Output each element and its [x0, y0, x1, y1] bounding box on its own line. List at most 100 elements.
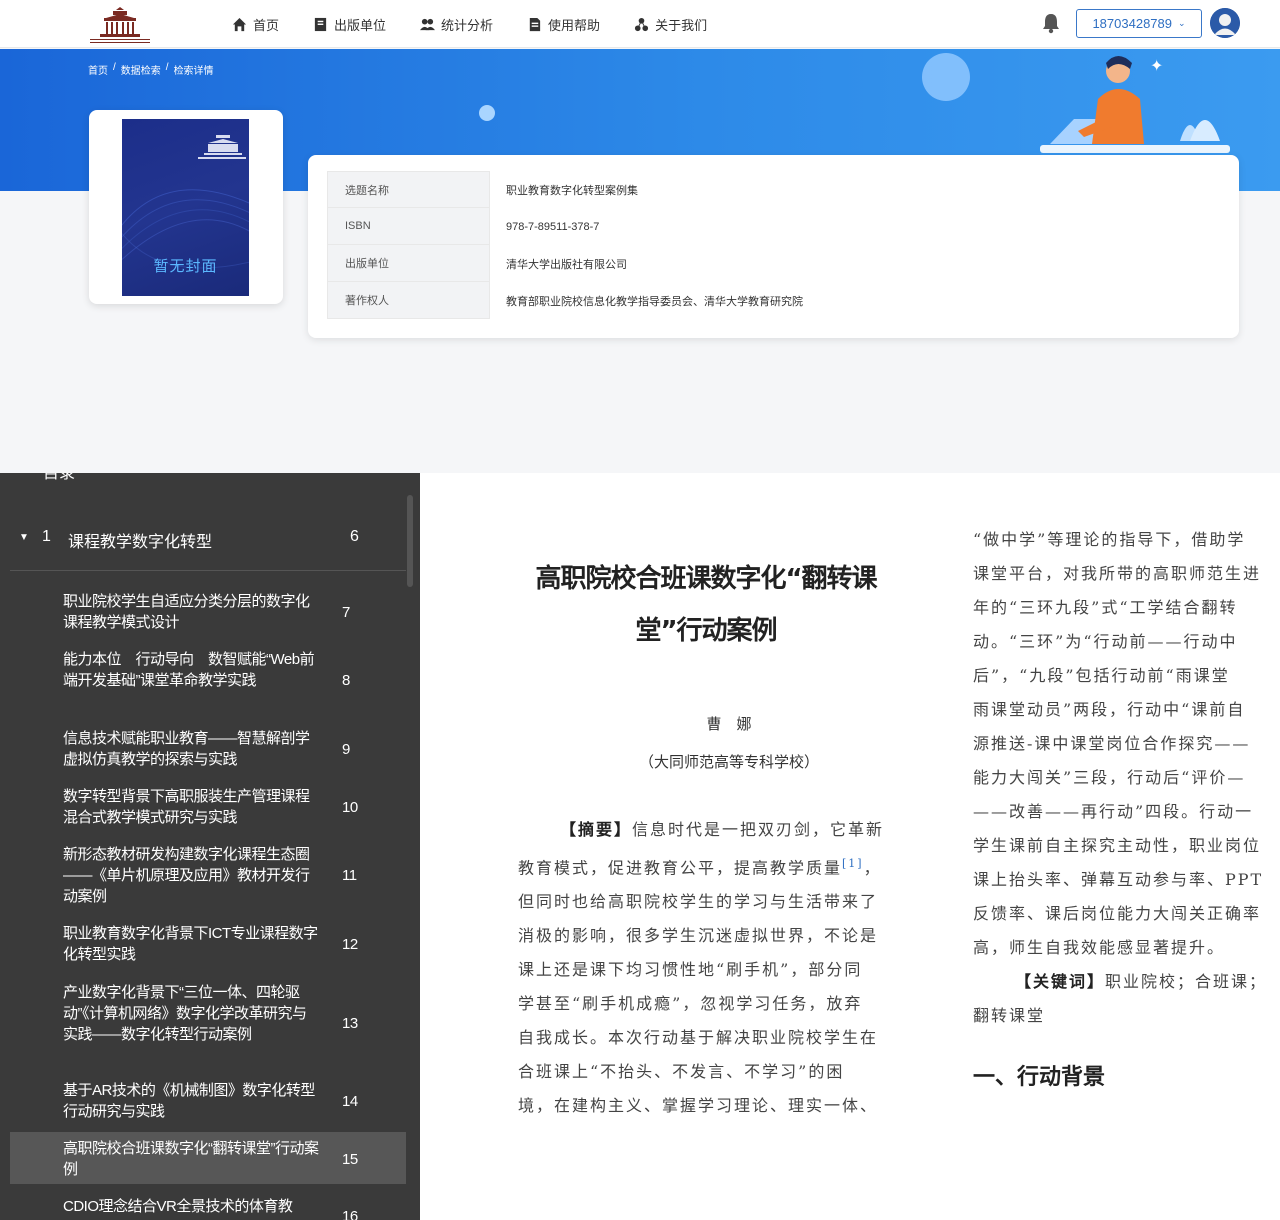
nav-about[interactable]: 关于我们: [634, 15, 707, 34]
toc-item-page: 11: [342, 867, 357, 884]
avatar[interactable]: [1210, 8, 1240, 38]
toc-item-title: 数字转型背景下高职服装生产管理课程混合式教学模式研究与实践: [63, 788, 310, 826]
toc-chapter-page: 6: [350, 528, 359, 545]
toc-item[interactable]: 产业数字化背景下“三位一体、四轮驱动”《计算机网络》数字化学改革研究与实践——数…: [10, 982, 406, 1067]
breadcrumb-search[interactable]: 数据检索: [121, 62, 161, 77]
toc-item[interactable]: 职业院校学生自适应分类分层的数字化课程教学模式设计 7: [10, 591, 406, 635]
text-line: 雨课堂动员”两段，行动中“课前自: [973, 700, 1246, 719]
text-line: 学生课前自主探究主动性，职业岗位: [973, 836, 1262, 855]
text-line: 能力大闯关”三段，行动后“评价—: [973, 768, 1246, 787]
toc-item-title: 产业数字化背景下“三位一体、四轮驱动”《计算机网络》数字化学改革研究与实践——数…: [63, 984, 307, 1043]
text-line: 消极的影响，很多学生沉迷虚拟世界，不论是: [518, 926, 879, 946]
toc-item-page: 9: [342, 741, 350, 758]
breadcrumb-separator: /: [165, 62, 169, 73]
info-value: 978-7-89511-378-7: [506, 220, 600, 233]
home-icon: [232, 17, 247, 31]
toc-item[interactable]: 目录 5: [0, 473, 410, 489]
footnote-ref[interactable]: [1]: [842, 857, 864, 870]
info-key: ISBN: [327, 208, 490, 245]
nav-about-label: 关于我们: [655, 17, 708, 33]
toc-item-title: CDIO理念结合VR全景技术的体育教: [63, 1198, 293, 1215]
text-line: 动。“三环”为“行动前——行动中: [973, 632, 1238, 651]
user-phone-dropdown[interactable]: 18703428789 ⌄: [1076, 9, 1202, 38]
info-value: 职业教育数字化转型案例集: [506, 184, 638, 197]
toc-item-page: 10: [342, 799, 358, 816]
info-value: 清华大学出版社有限公司: [506, 258, 627, 271]
breadcrumb-home[interactable]: 首页: [88, 62, 108, 77]
text-line: 课上还是课下均习惯性地“刷手机”，部分同: [518, 960, 863, 980]
text-line: 课上抬头率、弹幕互动参与率、PPT: [973, 870, 1264, 889]
toc-item-title: 高职院校合班课数字化“翻转课堂”行动案例: [63, 1140, 319, 1178]
caret-down-icon[interactable]: ▼: [19, 532, 29, 543]
abstract-paragraph-continued: “做中学”等理论的指导下，借助学 课堂平台，对我所带的高职师范生进 年的“三环九…: [973, 523, 1280, 1033]
toc-item[interactable]: CDIO理念结合VR全景技术的体育教 16: [10, 1196, 406, 1220]
info-row-publisher: 出版单位 清华大学出版社有限公司: [327, 245, 1219, 282]
nav-home[interactable]: 首页: [232, 15, 279, 34]
toc-chapter[interactable]: ▼ 1 课程教学数字化转型 6: [10, 511, 406, 571]
article-affiliation: （大同师范高等专科学校）: [638, 753, 819, 771]
article-title-line: 堂”行动案例: [635, 616, 777, 646]
breadcrumb: 首页 / 数据检索 / 检索详情: [88, 62, 219, 77]
article-author: 曹 娜: [706, 715, 752, 733]
info-row-title: 选题名称 职业教育数字化转型案例集: [327, 171, 1219, 208]
toc-item-page: 8: [342, 672, 350, 689]
info-key: 著作权人: [327, 282, 490, 319]
toc-item-title: 信息技术赋能职业教育——智慧解剖学虚拟仿真教学的探索与实践: [63, 730, 310, 768]
banner-decoration-dot: [479, 105, 495, 121]
document-icon: [529, 17, 541, 31]
toc-item-title: 职业教育数字化背景下ICT专业课程数字化转型实践: [63, 925, 318, 963]
text-line: 信息时代是一把双刃剑，它革新: [632, 820, 885, 839]
network-icon: [635, 17, 649, 31]
book-info-table: 选题名称 职业教育数字化转型案例集 ISBN 978-7-89511-378-7…: [327, 171, 1219, 319]
nav-publishers[interactable]: 出版单位: [313, 15, 386, 34]
text-line: 年的“三环九段”式“工学结合翻转: [973, 598, 1238, 617]
article-title-line: 高职院校合班课数字化“翻转课: [535, 564, 877, 594]
text-line: 但同时也给高职院校学生的学习与生活带来了: [518, 892, 879, 912]
toc-item-title: 职业院校学生自适应分类分层的数字化课程教学模式设计: [63, 593, 310, 631]
toc-item-page: 16: [342, 1208, 358, 1220]
toc-item[interactable]: 信息技术赋能职业教育——智慧解剖学虚拟仿真教学的探索与实践 9: [10, 728, 406, 772]
toc-item-page: 7: [342, 604, 350, 621]
cover-placeholder-text: 暂无封面: [153, 258, 218, 275]
toc-item-page: 5: [349, 473, 358, 477]
info-key: 出版单位: [327, 245, 490, 282]
text-line: 学甚至“刷手机成瘾”，忽视学习任务，放弃: [518, 994, 863, 1014]
nav-statistics[interactable]: 统计分析: [420, 15, 493, 34]
text-line: 合班课上“不抬头、不发言、不学习”的困: [518, 1062, 845, 1082]
abstract-paragraph: 【摘要】信息时代是一把双刃剑，它革新 教育模式，促进教育公平，提高教学质量[1]…: [518, 813, 898, 1123]
keywords-label: 【关键词】: [1015, 972, 1106, 991]
toc-item[interactable]: 职业教育数字化背景下ICT专业课程数字化转型实践 12: [10, 923, 406, 967]
breadcrumb-separator: /: [113, 62, 116, 73]
toc-item[interactable]: 能力本位 行动导向 数智赋能“Web前端开发基础”课堂革命教学实践 8: [10, 649, 406, 713]
text-line: 反馈率、课后岗位能力大闯关正确率: [973, 904, 1262, 923]
nav-publishers-label: 出版单位: [334, 17, 387, 33]
toc-item[interactable]: 数字转型背景下高职服装生产管理课程混合式教学模式研究与实践 10: [10, 786, 406, 830]
abstract-label: 【摘要】: [560, 820, 633, 839]
info-value: 教育部职业院校信息化教学指导委员会、清华大学教育研究院: [506, 295, 803, 308]
toc-item-title: 新形态教材研发构建数字化课程生态圈——《单片机原理及应用》教材开发行动案例: [63, 846, 310, 905]
nav-home-label: 首页: [253, 17, 280, 33]
article-title: 高职院校合班课数字化“翻转课 堂”行动案例: [514, 553, 898, 657]
logo[interactable]: [86, 6, 154, 46]
toc-item[interactable]: 基于AR技术的《机械制图》数字化转型行动研究与实践 14: [10, 1080, 406, 1124]
toc-scrollbar[interactable]: [407, 495, 413, 587]
section-heading: 一、行动背景: [973, 1065, 1106, 1090]
toc-sidebar: 目录 5 ▼ 1 课程教学数字化转型 6 职业院校学生自适应分类分层的数字化课程…: [0, 473, 420, 1220]
text-line: 高，师生自我效能感显著提升。: [973, 938, 1226, 957]
book-info-card: 选题名称 职业教育数字化转型案例集 ISBN 978-7-89511-378-7…: [308, 155, 1239, 338]
toc-item-title: 能力本位 行动导向 数智赋能“Web前端开发基础”课堂革命教学实践: [63, 651, 315, 689]
toc-item-active[interactable]: 高职院校合班课数字化“翻转课堂”行动案例 15: [10, 1132, 406, 1184]
nav-help[interactable]: 使用帮助: [527, 15, 600, 34]
document-page: 高职院校合班课数字化“翻转课 堂”行动案例 曹 娜 （大同师范高等专科学校） 【…: [420, 473, 1280, 1220]
text-line: 境，在建构主义、掌握学习理论、理实一体、: [518, 1096, 879, 1116]
text-line: 教育模式，促进教育公平，提高教学质量: [518, 858, 843, 878]
toc-item[interactable]: 新形态教材研发构建数字化课程生态圈——《单片机原理及应用》教材开发行动案例 11: [10, 844, 406, 908]
user-phone: 18703428789: [1092, 16, 1172, 31]
toc-item-title: 目录: [43, 473, 76, 482]
top-navbar: 首页 出版单位 统计分析 使用帮助 关于我们 18703428789 ⌄: [0, 0, 1280, 48]
keywords: 职业院校；合班课；: [1105, 972, 1268, 991]
toc-item-page: 15: [342, 1151, 358, 1168]
breadcrumb-current: 检索详情: [173, 66, 214, 77]
cover-card: 暂无封面: [89, 110, 283, 304]
bell-icon[interactable]: [1041, 12, 1061, 34]
